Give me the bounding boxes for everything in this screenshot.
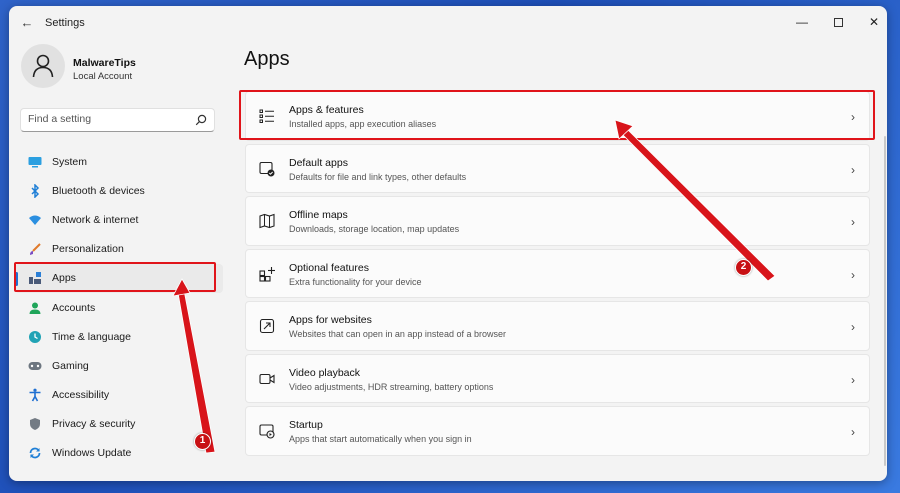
annotation-arrowhead-1	[172, 278, 191, 297]
annotation-badge-2: 2	[735, 259, 752, 276]
annotation-arrows	[172, 119, 776, 454]
annotation-badge-1: 1	[194, 433, 211, 450]
annotation-arrow-2	[618, 125, 776, 282]
annotation-arrow-1	[176, 284, 216, 454]
